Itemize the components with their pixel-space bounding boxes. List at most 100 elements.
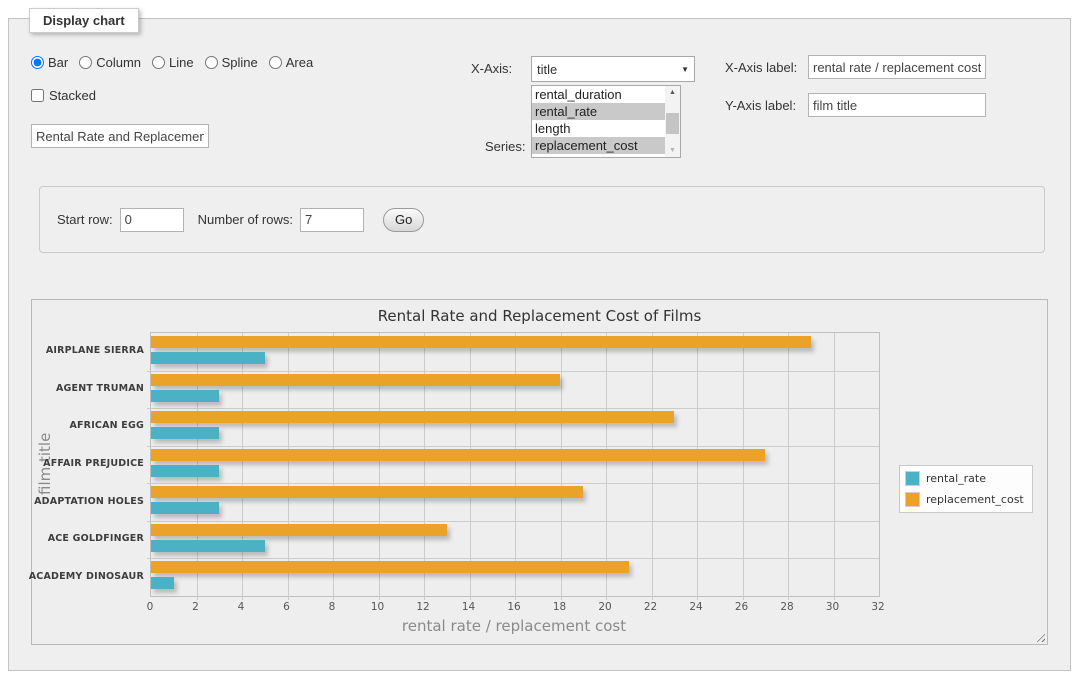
chart-type-option-spline[interactable]: Spline [205, 55, 258, 70]
x-tick-label: 8 [329, 601, 336, 613]
scrollbar-up-arrow-icon[interactable]: ▲ [665, 86, 680, 99]
chart-title: Rental Rate and Replacement Cost of Film… [32, 307, 1047, 325]
y-category-label: AGENT TRUMAN [56, 370, 144, 408]
category-band [151, 558, 879, 596]
series-option-length[interactable]: length [532, 120, 665, 137]
category-band [151, 521, 879, 559]
series-options-list: rental_durationrental_ratelengthreplacem… [532, 86, 665, 157]
y-axis-label-caption: Y-Axis label: [725, 98, 796, 113]
start-row-label: Start row: [57, 212, 113, 227]
legend-item-replacement_cost: replacement_cost [905, 492, 1024, 507]
go-button[interactable]: Go [383, 208, 424, 232]
legend-label-rental_rate: rental_rate [926, 472, 986, 485]
x-tick-label: 30 [826, 601, 839, 613]
category-band [151, 446, 879, 484]
bar-rental_rate [151, 502, 219, 514]
series-option-replacement_cost[interactable]: replacement_cost [532, 137, 665, 154]
x-tick-label: 12 [416, 601, 429, 613]
series-option-rental_duration[interactable]: rental_duration [532, 86, 665, 103]
x-tick-label: 32 [871, 601, 884, 613]
x-tick-label: 14 [462, 601, 475, 613]
y-category-label: ADAPTATION HOLES [56, 482, 144, 520]
x-tick-label: 2 [192, 601, 199, 613]
series-listbox-scrollbar[interactable]: ▲ ▼ [665, 86, 680, 157]
select-dropdown-arrow-icon: ▼ [681, 65, 689, 74]
x-tick-label: 4 [238, 601, 245, 613]
chart-type-label-column: Column [96, 55, 141, 70]
bar-rental_rate [151, 540, 265, 552]
x-axis-select[interactable]: title ▼ [531, 56, 695, 82]
legend-item-rental_rate: rental_rate [905, 471, 1024, 486]
y-axis-label-input[interactable] [808, 93, 986, 117]
bar-rental_rate [151, 352, 265, 364]
number-of-rows-input[interactable] [300, 208, 364, 232]
series-listbox[interactable]: rental_durationrental_ratelengthreplacem… [531, 85, 681, 158]
chart-type-radio-spline[interactable] [205, 56, 218, 69]
chart-title-input[interactable] [31, 124, 209, 148]
chart-type-option-area[interactable]: Area [269, 55, 313, 70]
row-range-panel: Start row: Number of rows: Go [39, 186, 1045, 253]
x-tick-label: 10 [371, 601, 384, 613]
display-chart-fieldset: Display chart BarColumnLineSplineArea St… [8, 18, 1071, 671]
series-option-rental_rate[interactable]: rental_rate [532, 103, 665, 120]
chart-type-radio-group: Bar Column Line Spline Area [31, 55, 313, 70]
stacked-label: Stacked [49, 88, 96, 103]
chart-type-label-line: Line [169, 55, 194, 70]
legend-swatch-replacement_cost [905, 492, 920, 507]
x-axis-select-label: X-Axis: [471, 61, 512, 76]
x-tick-label: 18 [553, 601, 566, 613]
chart-type-radio-column[interactable] [79, 56, 92, 69]
chart-type-radio-bar[interactable] [31, 56, 44, 69]
scrollbar-down-arrow-icon[interactable]: ▼ [665, 144, 680, 157]
chart-type-option-bar[interactable]: Bar [31, 55, 68, 70]
plot-area [150, 332, 880, 597]
bar-rental_rate [151, 465, 219, 477]
y-category-label: ACE GOLDFINGER [56, 520, 144, 558]
bar-replacement_cost [151, 449, 765, 461]
scrollbar-thumb[interactable] [666, 113, 679, 134]
y-category-labels: AIRPLANE SIERRAAGENT TRUMANAFRICAN EGGAF… [56, 332, 144, 595]
start-row-input[interactable] [120, 208, 184, 232]
chart-legend: rental_rate replacement_cost [899, 465, 1033, 513]
y-category-label: AIRPLANE SIERRA [56, 332, 144, 370]
bar-replacement_cost [151, 486, 583, 498]
bar-rental_rate [151, 390, 219, 402]
x-tick-label: 26 [735, 601, 748, 613]
stacked-checkbox-option[interactable]: Stacked [31, 88, 96, 103]
chart-type-radio-line[interactable] [152, 56, 165, 69]
chart-type-radio-area[interactable] [269, 56, 282, 69]
bar-replacement_cost [151, 374, 560, 386]
y-category-label: AFFAIR PREJUDICE [56, 445, 144, 483]
fieldset-legend: Display chart [29, 8, 139, 33]
y-category-label: ACADEMY DINOSAUR [56, 557, 144, 595]
chart-type-label-bar: Bar [48, 55, 68, 70]
y-category-label: AFRICAN EGG [56, 407, 144, 445]
x-tick-label: 28 [780, 601, 793, 613]
series-select-label: Series: [485, 139, 525, 154]
bar-replacement_cost [151, 411, 674, 423]
x-axis-label-caption: X-Axis label: [725, 60, 797, 75]
x-tick-label: 20 [598, 601, 611, 613]
chart-x-axis-title: rental rate / replacement cost [150, 617, 878, 635]
x-tick-label: 16 [507, 601, 520, 613]
chart-type-option-line[interactable]: Line [152, 55, 194, 70]
bar-replacement_cost [151, 524, 447, 536]
x-tick-label: 22 [644, 601, 657, 613]
x-tick-label: 6 [283, 601, 290, 613]
bar-replacement_cost [151, 336, 811, 348]
x-tick-labels: 02468101214161820222426283032 [150, 601, 878, 615]
category-band [151, 333, 879, 371]
legend-swatch-rental_rate [905, 471, 920, 486]
chart-type-label-spline: Spline [222, 55, 258, 70]
x-axis-label-input[interactable] [808, 55, 986, 79]
x-tick-label: 24 [689, 601, 702, 613]
x-tick-label: 0 [147, 601, 154, 613]
chart-type-option-column[interactable]: Column [79, 55, 141, 70]
number-of-rows-label: Number of rows: [198, 212, 293, 227]
resize-handle-icon[interactable] [1034, 631, 1045, 642]
bar-replacement_cost [151, 561, 629, 573]
stacked-checkbox[interactable] [31, 89, 44, 102]
category-band [151, 483, 879, 521]
chart-type-label-area: Area [286, 55, 313, 70]
x-axis-selected-value: title [537, 62, 557, 77]
